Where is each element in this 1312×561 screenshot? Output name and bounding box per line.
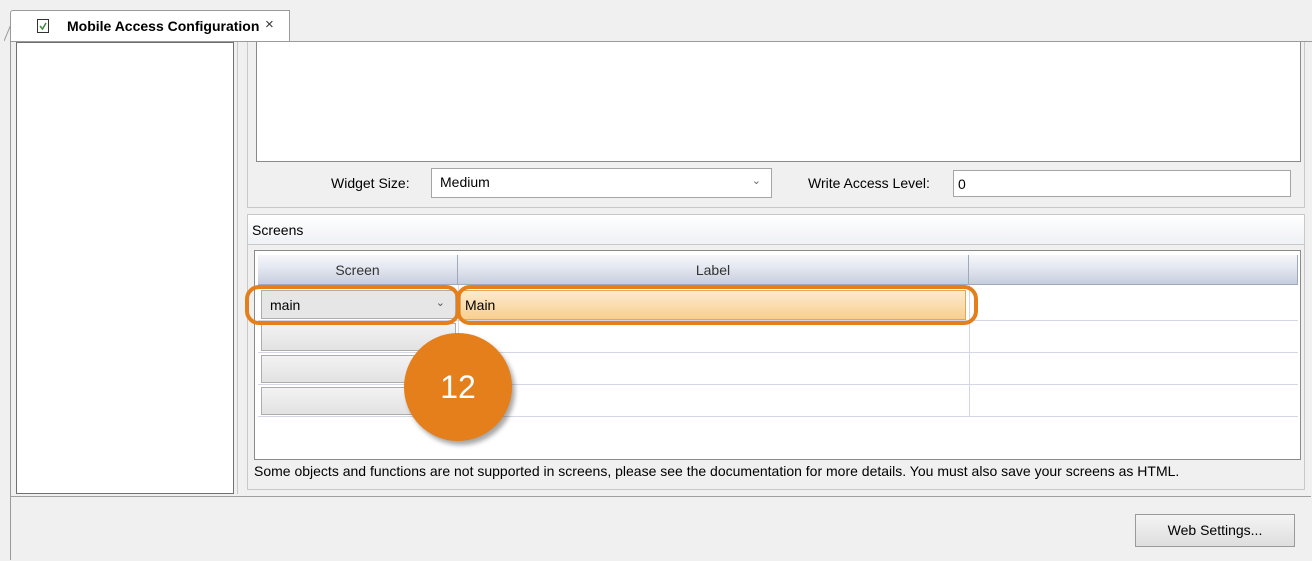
- column-header-label[interactable]: Label: [458, 255, 969, 285]
- web-settings-button[interactable]: Web Settings...: [1135, 514, 1295, 547]
- left-panel[interactable]: [16, 42, 234, 494]
- tab-title: Mobile Access Configuration: [67, 18, 260, 34]
- grid-row-divider: [258, 352, 1298, 353]
- column-header-empty[interactable]: [969, 255, 1298, 285]
- widget-size-dropdown[interactable]: Medium ⌄: [431, 168, 772, 198]
- widget-size-label: Widget Size:: [331, 175, 410, 191]
- highlight-screen-cell: [245, 285, 460, 325]
- document-icon: [37, 19, 49, 33]
- close-icon[interactable]: ×: [265, 16, 274, 33]
- screens-header: Screens: [248, 215, 1304, 245]
- column-header-screen[interactable]: Screen: [258, 255, 458, 285]
- write-access-level-label: Write Access Level:: [808, 175, 930, 191]
- highlight-label-cell: [456, 285, 978, 325]
- bottom-bar: [11, 496, 1311, 561]
- tab-strip: Mobile Access Configuration ×: [0, 0, 1312, 42]
- screens-note: Some objects and functions are not suppo…: [254, 463, 1180, 479]
- panel-splitter[interactable]: [237, 42, 243, 494]
- write-access-level-value: 0: [958, 176, 966, 192]
- widget-preview-area[interactable]: [256, 42, 1301, 162]
- write-access-level-input[interactable]: 0: [953, 170, 1291, 197]
- screens-header-label: Screens: [252, 222, 304, 238]
- tab-mobile-access-configuration[interactable]: Mobile Access Configuration ×: [10, 10, 290, 42]
- widget-size-value: Medium: [440, 174, 490, 190]
- chevron-down-icon: ⌄: [751, 175, 761, 187]
- step-callout-badge: 12: [404, 333, 512, 441]
